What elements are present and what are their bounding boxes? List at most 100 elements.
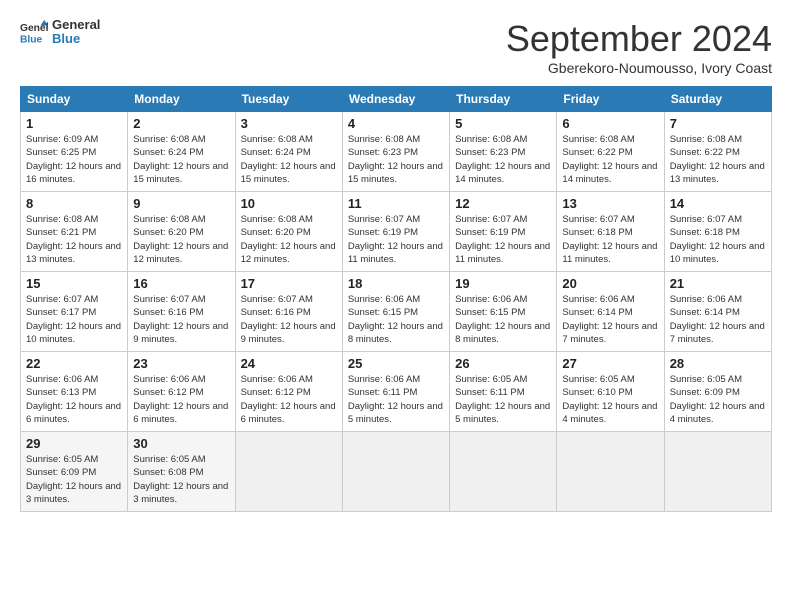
day-number: 2 (133, 116, 229, 131)
calendar-cell: 11 Sunrise: 6:07 AMSunset: 6:19 PMDayligh… (342, 192, 449, 272)
day-number: 25 (348, 356, 444, 371)
day-number: 9 (133, 196, 229, 211)
day-info: Sunrise: 6:08 AMSunset: 6:22 PMDaylight:… (670, 133, 766, 186)
weekday-monday: Monday (128, 87, 235, 112)
day-info: Sunrise: 6:07 AMSunset: 6:16 PMDaylight:… (241, 293, 337, 346)
calendar-cell (557, 432, 664, 512)
day-info: Sunrise: 6:08 AMSunset: 6:21 PMDaylight:… (26, 213, 122, 266)
day-number: 30 (133, 436, 229, 451)
calendar-cell: 13 Sunrise: 6:07 AMSunset: 6:18 PMDayligh… (557, 192, 664, 272)
day-info: Sunrise: 6:05 AMSunset: 6:10 PMDaylight:… (562, 373, 658, 426)
calendar-cell (342, 432, 449, 512)
day-info: Sunrise: 6:06 AMSunset: 6:14 PMDaylight:… (670, 293, 766, 346)
day-info: Sunrise: 6:06 AMSunset: 6:13 PMDaylight:… (26, 373, 122, 426)
day-info: Sunrise: 6:06 AMSunset: 6:15 PMDaylight:… (455, 293, 551, 346)
calendar-cell: 23 Sunrise: 6:06 AMSunset: 6:12 PMDayligh… (128, 352, 235, 432)
weekday-saturday: Saturday (664, 87, 771, 112)
svg-text:Blue: Blue (20, 35, 43, 46)
day-number: 23 (133, 356, 229, 371)
month-title: September 2024 (506, 18, 772, 60)
week-row-3: 15Sunrise: 6:07 AMSunset: 6:17 PMDayligh… (21, 272, 772, 352)
calendar-cell: 12 Sunrise: 6:07 AMSunset: 6:19 PMDayligh… (450, 192, 557, 272)
calendar-cell: 10 Sunrise: 6:08 AMSunset: 6:20 PMDayligh… (235, 192, 342, 272)
day-number: 29 (26, 436, 122, 451)
day-info: Sunrise: 6:08 AMSunset: 6:20 PMDaylight:… (241, 213, 337, 266)
logo-blue: Blue (52, 32, 100, 46)
calendar-cell: 16 Sunrise: 6:07 AMSunset: 6:16 PMDayligh… (128, 272, 235, 352)
day-number: 20 (562, 276, 658, 291)
weekday-wednesday: Wednesday (342, 87, 449, 112)
day-number: 14 (670, 196, 766, 211)
header: General Blue General Blue September 2024… (20, 18, 772, 76)
day-info: Sunrise: 6:08 AMSunset: 6:23 PMDaylight:… (348, 133, 444, 186)
calendar-cell: 18Sunrise: 6:06 AMSunset: 6:15 PMDayligh… (342, 272, 449, 352)
calendar-cell: 14 Sunrise: 6:07 AMSunset: 6:18 PMDayligh… (664, 192, 771, 272)
weekday-friday: Friday (557, 87, 664, 112)
day-number: 28 (670, 356, 766, 371)
calendar-cell: 17Sunrise: 6:07 AMSunset: 6:16 PMDayligh… (235, 272, 342, 352)
day-number: 6 (562, 116, 658, 131)
day-number: 11 (348, 196, 444, 211)
day-info: Sunrise: 6:07 AMSunset: 6:19 PMDaylight:… (348, 213, 444, 266)
calendar-cell: 5 Sunrise: 6:08 AMSunset: 6:23 PMDaylight… (450, 112, 557, 192)
day-info: Sunrise: 6:08 AMSunset: 6:22 PMDaylight:… (562, 133, 658, 186)
title-block: September 2024 Gberekoro-Noumousso, Ivor… (506, 18, 772, 76)
day-info: Sunrise: 6:06 AMSunset: 6:11 PMDaylight:… (348, 373, 444, 426)
week-row-2: 8 Sunrise: 6:08 AMSunset: 6:21 PMDaylight… (21, 192, 772, 272)
weekday-thursday: Thursday (450, 87, 557, 112)
calendar-cell: 21 Sunrise: 6:06 AMSunset: 6:14 PMDayligh… (664, 272, 771, 352)
day-info: Sunrise: 6:08 AMSunset: 6:24 PMDaylight:… (133, 133, 229, 186)
day-number: 24 (241, 356, 337, 371)
calendar-cell (664, 432, 771, 512)
calendar-cell: 7 Sunrise: 6:08 AMSunset: 6:22 PMDaylight… (664, 112, 771, 192)
weekday-tuesday: Tuesday (235, 87, 342, 112)
calendar-cell: 4Sunrise: 6:08 AMSunset: 6:23 PMDaylight… (342, 112, 449, 192)
logo-general: General (52, 18, 100, 32)
day-info: Sunrise: 6:08 AMSunset: 6:23 PMDaylight:… (455, 133, 551, 186)
week-row-5: 29 Sunrise: 6:05 AMSunset: 6:09 PMDayligh… (21, 432, 772, 512)
calendar-cell: 2 Sunrise: 6:08 AMSunset: 6:24 PMDaylight… (128, 112, 235, 192)
day-number: 12 (455, 196, 551, 211)
calendar-cell: 6 Sunrise: 6:08 AMSunset: 6:22 PMDaylight… (557, 112, 664, 192)
day-number: 13 (562, 196, 658, 211)
day-info: Sunrise: 6:09 AMSunset: 6:25 PMDaylight:… (26, 133, 122, 186)
day-number: 16 (133, 276, 229, 291)
calendar-body: 1Sunrise: 6:09 AMSunset: 6:25 PMDaylight… (21, 112, 772, 512)
calendar-cell: 25 Sunrise: 6:06 AMSunset: 6:11 PMDayligh… (342, 352, 449, 432)
day-info: Sunrise: 6:06 AMSunset: 6:12 PMDaylight:… (133, 373, 229, 426)
day-info: Sunrise: 6:07 AMSunset: 6:18 PMDaylight:… (562, 213, 658, 266)
calendar-cell: 8 Sunrise: 6:08 AMSunset: 6:21 PMDaylight… (21, 192, 128, 272)
day-info: Sunrise: 6:07 AMSunset: 6:18 PMDaylight:… (670, 213, 766, 266)
day-info: Sunrise: 6:05 AMSunset: 6:09 PMDaylight:… (670, 373, 766, 426)
day-number: 27 (562, 356, 658, 371)
day-number: 19 (455, 276, 551, 291)
day-info: Sunrise: 6:07 AMSunset: 6:19 PMDaylight:… (455, 213, 551, 266)
day-info: Sunrise: 6:05 AMSunset: 6:08 PMDaylight:… (133, 453, 229, 506)
day-info: Sunrise: 6:05 AMSunset: 6:11 PMDaylight:… (455, 373, 551, 426)
calendar-cell: 22Sunrise: 6:06 AMSunset: 6:13 PMDayligh… (21, 352, 128, 432)
logo-icon: General Blue (20, 18, 48, 46)
weekday-header-row: SundayMondayTuesdayWednesdayThursdayFrid… (21, 87, 772, 112)
day-number: 21 (670, 276, 766, 291)
calendar-cell: 26Sunrise: 6:05 AMSunset: 6:11 PMDayligh… (450, 352, 557, 432)
day-info: Sunrise: 6:06 AMSunset: 6:12 PMDaylight:… (241, 373, 337, 426)
calendar-cell: 30 Sunrise: 6:05 AMSunset: 6:08 PMDayligh… (128, 432, 235, 512)
logo: General Blue General Blue (20, 18, 100, 47)
calendar-cell: 28 Sunrise: 6:05 AMSunset: 6:09 PMDayligh… (664, 352, 771, 432)
weekday-sunday: Sunday (21, 87, 128, 112)
day-info: Sunrise: 6:05 AMSunset: 6:09 PMDaylight:… (26, 453, 122, 506)
calendar-cell: 29 Sunrise: 6:05 AMSunset: 6:09 PMDayligh… (21, 432, 128, 512)
calendar-cell (235, 432, 342, 512)
day-number: 8 (26, 196, 122, 211)
day-number: 5 (455, 116, 551, 131)
calendar-cell: 1Sunrise: 6:09 AMSunset: 6:25 PMDaylight… (21, 112, 128, 192)
day-info: Sunrise: 6:07 AMSunset: 6:17 PMDaylight:… (26, 293, 122, 346)
day-info: Sunrise: 6:07 AMSunset: 6:16 PMDaylight:… (133, 293, 229, 346)
calendar-cell: 19 Sunrise: 6:06 AMSunset: 6:15 PMDayligh… (450, 272, 557, 352)
calendar-cell: 20Sunrise: 6:06 AMSunset: 6:14 PMDayligh… (557, 272, 664, 352)
calendar-table: SundayMondayTuesdayWednesdayThursdayFrid… (20, 86, 772, 512)
day-info: Sunrise: 6:06 AMSunset: 6:15 PMDaylight:… (348, 293, 444, 346)
day-number: 7 (670, 116, 766, 131)
calendar-cell: 27 Sunrise: 6:05 AMSunset: 6:10 PMDayligh… (557, 352, 664, 432)
day-number: 10 (241, 196, 337, 211)
